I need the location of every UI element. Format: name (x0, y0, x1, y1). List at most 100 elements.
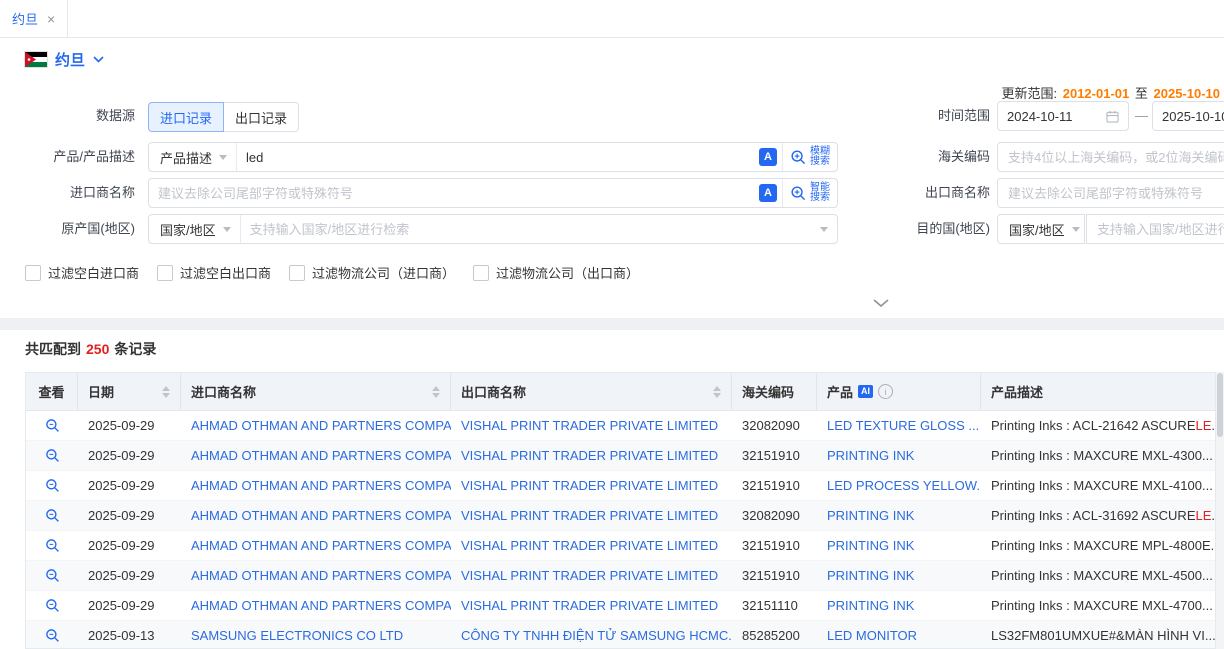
origin-country-select[interactable]: 国家/地区 (149, 215, 241, 243)
row-description: Printing Inks : MAXCURE MXL-4700... (981, 591, 1216, 620)
row-importer[interactable]: AHMAD OTHMAN AND PARTNERS COMPA... (181, 591, 451, 620)
import-records-button[interactable]: 进口记录 (148, 102, 224, 132)
col-date[interactable]: 日期 (78, 373, 181, 410)
checkbox[interactable] (473, 265, 489, 281)
row-date: 2025-09-13 (78, 621, 181, 649)
destination-country-input[interactable] (1086, 214, 1224, 244)
chevron-down-icon (223, 227, 231, 236)
row-importer[interactable]: AHMAD OTHMAN AND PARTNERS COMPA... (181, 471, 451, 500)
translate-icon[interactable]: A (759, 148, 777, 166)
product-search-input[interactable] (237, 144, 754, 170)
info-icon[interactable]: i (878, 384, 893, 399)
destination-country-select[interactable]: 国家/地区 (997, 214, 1085, 244)
row-exporter[interactable]: VISHAL PRINT TRADER PRIVATE LIMITED (451, 471, 732, 500)
exporter-name-input[interactable] (997, 178, 1224, 208)
row-importer[interactable]: AHMAD OTHMAN AND PARTNERS COMPA... (181, 501, 451, 530)
sort-icons[interactable] (154, 386, 170, 398)
export-records-button[interactable]: 出口记录 (224, 102, 299, 132)
row-hs-code: 32151910 (732, 441, 817, 470)
table-row: 2025-09-29 AHMAD OTHMAN AND PARTNERS COM… (26, 501, 1215, 531)
collapse-filter-button[interactable] (858, 294, 904, 312)
smart-search-label: 智能 搜索 (810, 183, 830, 203)
row-product[interactable]: LED TEXTURE GLOSS ... (817, 411, 981, 440)
sort-icons[interactable] (424, 386, 440, 398)
table-row: 2025-09-29 AHMAD OTHMAN AND PARTNERS COM… (26, 471, 1215, 501)
checkbox-label: 过滤物流公司（进口商） (312, 263, 455, 282)
row-importer[interactable]: AHMAD OTHMAN AND PARTNERS COMPA... (181, 531, 451, 560)
row-exporter[interactable]: VISHAL PRINT TRADER PRIVATE LIMITED (451, 441, 732, 470)
col-exporter[interactable]: 出口商名称 (451, 373, 732, 410)
checkbox[interactable] (25, 265, 41, 281)
product-search-group: 产品描述 A 模糊 搜索 (148, 142, 838, 172)
chevron-down-icon (219, 155, 227, 164)
importer-label: 进口商名称 (0, 178, 135, 208)
destination-country-select-inner[interactable]: 国家/地区 (998, 215, 1089, 243)
checkbox[interactable] (289, 265, 305, 281)
section-divider (0, 318, 1224, 330)
origin-country-input[interactable] (241, 216, 820, 242)
row-date: 2025-09-29 (78, 561, 181, 590)
view-magnifier-icon[interactable] (45, 628, 60, 643)
row-exporter[interactable]: CÔNG TY TNHH ĐIỆN TỬ SAMSUNG HCMC... (451, 621, 732, 649)
row-hs-code: 32151110 (732, 591, 817, 620)
row-exporter[interactable]: VISHAL PRINT TRADER PRIVATE LIMITED (451, 561, 732, 590)
filter-checkbox-row: 过滤空白进口商 过滤空白出口商 过滤物流公司（进口商） 过滤物流公司（出口商） (25, 263, 639, 282)
row-view-cell (26, 441, 78, 470)
country-name: 约旦 (55, 49, 85, 70)
tab-jordan[interactable]: 约旦 × (0, 0, 68, 37)
row-exporter[interactable]: VISHAL PRINT TRADER PRIVATE LIMITED (451, 591, 732, 620)
table-row: 2025-09-29 AHMAD OTHMAN AND PARTNERS COM… (26, 411, 1215, 441)
row-product[interactable]: LED MONITOR (817, 621, 981, 649)
row-product[interactable]: PRINTING INK (817, 591, 981, 620)
col-view: 查看 (26, 373, 78, 410)
country-selector[interactable]: 约旦 (25, 49, 104, 70)
row-exporter[interactable]: VISHAL PRINT TRADER PRIVATE LIMITED (451, 501, 732, 530)
view-magnifier-icon[interactable] (45, 478, 60, 493)
row-importer[interactable]: AHMAD OTHMAN AND PARTNERS COMPA... (181, 561, 451, 590)
end-date-input[interactable]: 2025-10-10 (1152, 101, 1224, 131)
row-exporter[interactable]: VISHAL PRINT TRADER PRIVATE LIMITED (451, 411, 732, 440)
view-magnifier-icon[interactable] (45, 568, 60, 583)
tab-close-icon[interactable]: × (47, 12, 55, 26)
table-row: 2025-09-29 AHMAD OTHMAN AND PARTNERS COM… (26, 561, 1215, 591)
row-product[interactable]: PRINTING INK (817, 441, 981, 470)
table-scrollbar (1216, 372, 1224, 649)
col-importer[interactable]: 进口商名称 (181, 373, 451, 410)
view-magnifier-icon[interactable] (45, 418, 60, 433)
view-magnifier-icon[interactable] (45, 538, 60, 553)
importer-search-input[interactable] (149, 180, 754, 206)
product-field-select[interactable]: 产品描述 (149, 143, 237, 171)
row-product[interactable]: PRINTING INK (817, 561, 981, 590)
scrollbar-thumb[interactable] (1217, 373, 1223, 437)
start-date-input[interactable]: 2024-10-11 (997, 101, 1129, 131)
row-importer[interactable]: AHMAD OTHMAN AND PARTNERS COMPA... (181, 411, 451, 440)
fuzzy-search-button[interactable]: 模糊 搜索 (782, 143, 837, 171)
view-magnifier-icon[interactable] (45, 508, 60, 523)
summary-prefix: 共匹配到 (25, 341, 81, 357)
row-product[interactable]: LED PROCESS YELLOW... (817, 471, 981, 500)
filter-checkbox-item: 过滤物流公司（出口商） (473, 263, 639, 282)
origin-country-group: 国家/地区 (148, 214, 838, 244)
row-description: Printing Inks : ACL-31692 ASCURE LE... (981, 501, 1216, 530)
date-range-separator: — (1135, 101, 1148, 131)
checkbox[interactable] (157, 265, 173, 281)
table-header: 查看 日期 进口商名称 出口商名称 海关编码 产品 AI i 产品描述 (26, 373, 1215, 411)
row-product[interactable]: PRINTING INK (817, 531, 981, 560)
row-product[interactable]: PRINTING INK (817, 501, 981, 530)
destination-country-label: 目的国(地区) (840, 214, 990, 244)
row-exporter[interactable]: VISHAL PRINT TRADER PRIVATE LIMITED (451, 531, 732, 560)
view-magnifier-icon[interactable] (45, 448, 60, 463)
hs-code-input[interactable] (997, 142, 1224, 172)
tab-label: 约旦 (12, 9, 38, 28)
sort-icons[interactable] (705, 386, 721, 398)
view-magnifier-icon[interactable] (45, 598, 60, 613)
results-summary: 共匹配到250条记录 (25, 339, 156, 359)
row-importer[interactable]: AHMAD OTHMAN AND PARTNERS COMPA... (181, 441, 451, 470)
table-row: 2025-09-29 AHMAD OTHMAN AND PARTNERS COM… (26, 441, 1215, 471)
row-importer[interactable]: SAMSUNG ELECTRONICS CO LTD (181, 621, 451, 649)
table-body: 2025-09-29 AHMAD OTHMAN AND PARTNERS COM… (26, 411, 1215, 649)
translate-icon[interactable]: A (759, 184, 777, 202)
row-description: Printing Inks : MAXCURE MXL-4100... (981, 471, 1216, 500)
row-view-cell (26, 531, 78, 560)
smart-search-button[interactable]: 智能 搜索 (782, 179, 837, 207)
